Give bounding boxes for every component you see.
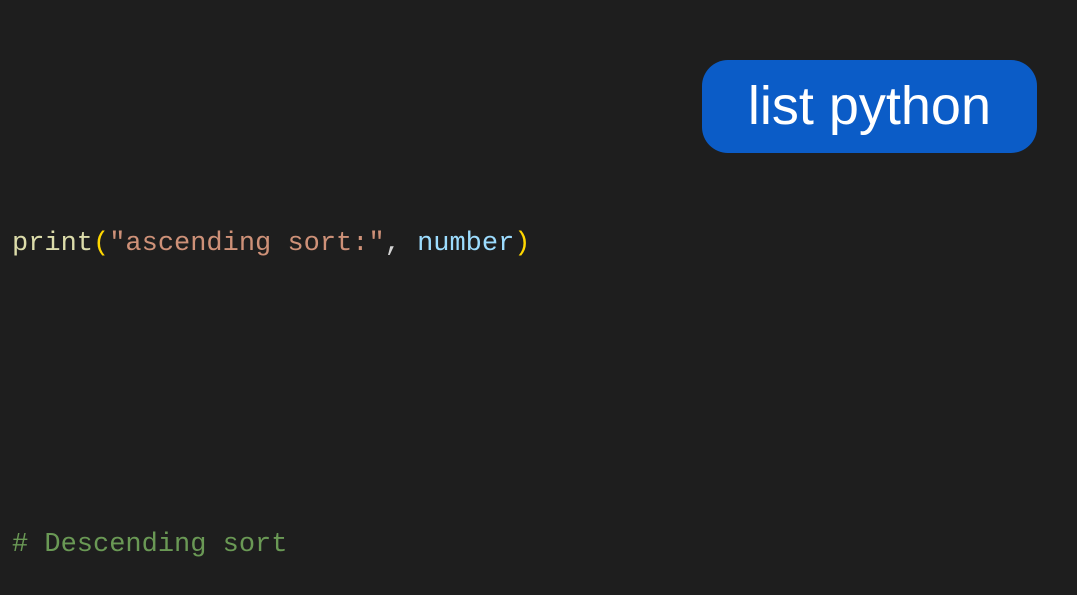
code-editor[interactable]: list python print("ascending sort:", num… [0,0,1077,595]
variable: number [417,229,514,259]
comma: , [385,229,417,259]
comment: # Descending sort [12,524,1065,567]
paren-close: ) [514,229,530,259]
code-line: print("ascending sort:", number) [12,223,1065,266]
paren-open: ( [93,229,109,259]
string-literal: "ascending sort:" [109,229,384,259]
title-badge: list python [702,60,1037,153]
function-call: print [12,229,93,259]
